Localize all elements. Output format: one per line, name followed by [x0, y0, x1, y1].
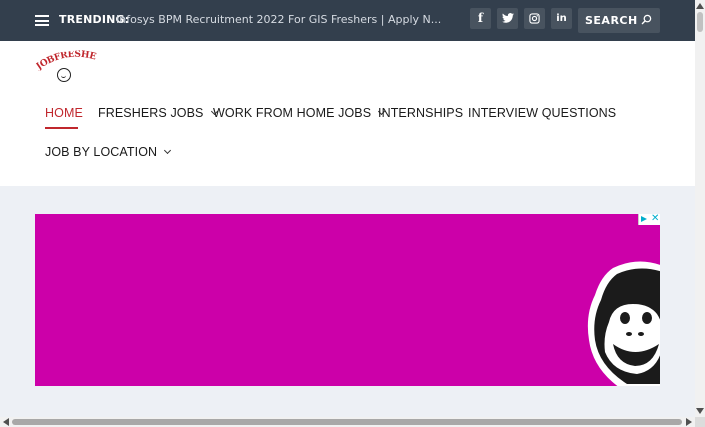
scroll-down-icon[interactable]	[696, 408, 704, 414]
nav-interview-questions[interactable]: INTERVIEW QUESTIONS	[468, 106, 616, 120]
svg-text:JOBFRESHERS: JOBFRESHERS	[35, 48, 99, 71]
search-box[interactable]: SEARCH	[578, 8, 660, 33]
horizontal-scrollbar[interactable]	[0, 417, 695, 427]
nav-internships[interactable]: INTERNSHIPS	[378, 106, 463, 120]
scroll-left-icon[interactable]	[3, 418, 9, 426]
trending-headline-link[interactable]: Infosys BPM Recruitment 2022 For GIS Fre…	[116, 13, 441, 26]
advertisement-banner[interactable]: ✕	[35, 214, 660, 386]
nav-freshers-jobs[interactable]: FRESHERS JOBS	[98, 106, 218, 120]
site-logo[interactable]: JOBFRESHERS	[31, 42, 99, 87]
vertical-scrollbar[interactable]	[695, 0, 705, 417]
twitter-icon[interactable]	[497, 8, 518, 29]
search-icon[interactable]	[641, 14, 652, 25]
vertical-scroll-thumb[interactable]	[697, 12, 703, 32]
nav-job-by-location[interactable]: JOB BY LOCATION	[45, 145, 172, 159]
nav-job-by-location-label: JOB BY LOCATION	[45, 145, 158, 159]
horizontal-scroll-thumb[interactable]	[12, 419, 682, 425]
nav-home[interactable]: HOME	[45, 106, 83, 120]
hamburger-menu-icon[interactable]	[35, 15, 49, 26]
facebook-icon[interactable]: f	[470, 8, 491, 29]
logo-mascot-icon	[57, 68, 71, 82]
nav-active-indicator	[45, 127, 78, 129]
instagram-icon[interactable]	[524, 8, 545, 29]
scrollbar-corner	[695, 417, 705, 427]
nav-work-from-home-jobs[interactable]: WORK FROM HOME JOBS	[213, 106, 386, 120]
top-bar: TRENDING: Infosys BPM Recruitment 2022 F…	[0, 0, 695, 41]
gorilla-mascot-icon	[587, 261, 660, 386]
scroll-right-icon[interactable]	[686, 418, 692, 426]
site-header: JOBFRESHERS HOME FRESHERS JOBS WORK FROM…	[0, 41, 695, 186]
chevron-down-icon	[164, 146, 172, 155]
nav-freshers-jobs-label: FRESHERS JOBS	[98, 106, 204, 120]
adchoices-icon[interactable]: ✕	[638, 214, 660, 225]
scroll-up-icon[interactable]	[696, 3, 704, 9]
linkedin-icon[interactable]: in	[551, 8, 572, 29]
nav-work-from-home-label: WORK FROM HOME JOBS	[213, 106, 372, 120]
search-label: SEARCH	[585, 14, 638, 27]
